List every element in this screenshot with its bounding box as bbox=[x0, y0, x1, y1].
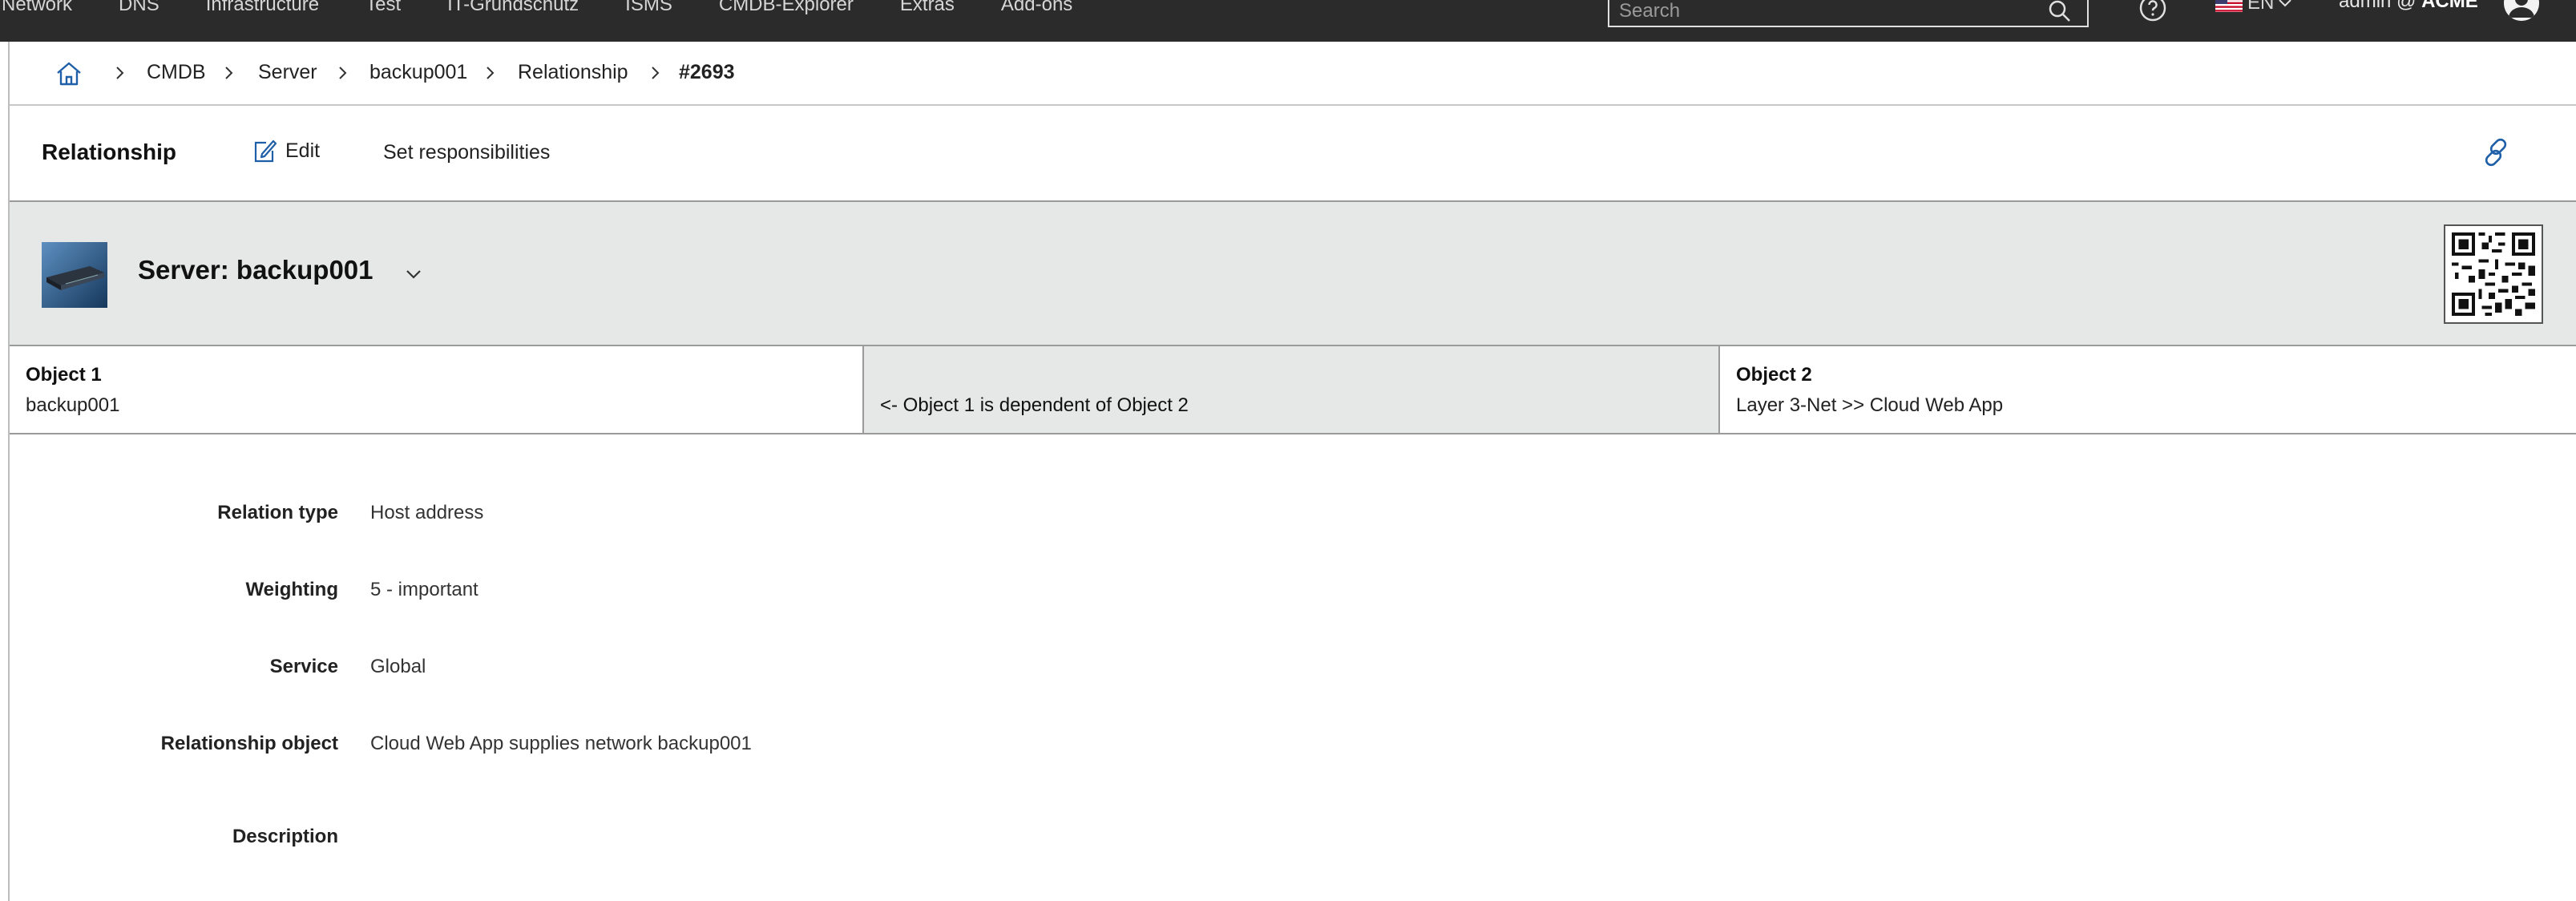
language-selector[interactable]: EN bbox=[2215, 0, 2293, 16]
object1-cell: Object 1 backup001 bbox=[10, 346, 864, 433]
nav-test[interactable]: Test bbox=[365, 0, 401, 16]
object2-cell: Object 2 Layer 3-Net >> Cloud Web App bbox=[1720, 346, 2576, 433]
relationship-object-value: Cloud Web App supplies network backup001 bbox=[370, 733, 752, 754]
service-label: Service bbox=[269, 656, 338, 677]
nav-extras[interactable]: Extras bbox=[900, 0, 955, 16]
edit-label: Edit bbox=[285, 139, 321, 162]
weighting-label: Weighting bbox=[245, 579, 338, 600]
search-icon[interactable] bbox=[2047, 0, 2073, 24]
user-menu[interactable]: admin @ ACME bbox=[2339, 0, 2478, 13]
home-icon[interactable] bbox=[55, 59, 83, 88]
nav-isms[interactable]: ISMS bbox=[625, 0, 672, 16]
edit-button[interactable]: Edit bbox=[250, 136, 320, 165]
nav-it-grundschutz[interactable]: IT-Grundschutz bbox=[447, 0, 579, 16]
chevron-right-icon bbox=[487, 67, 495, 79]
user-avatar-icon[interactable] bbox=[2504, 0, 2539, 21]
relation-type-label: Relation type bbox=[217, 502, 338, 523]
object1-value[interactable]: backup001 bbox=[26, 394, 119, 417]
relation-direction-cell: <- Object 1 is dependent of Object 2 bbox=[864, 346, 1720, 433]
breadcrumb-current: #2693 bbox=[679, 61, 735, 83]
main-menu: Network DNS Infrastructure Test IT-Grund… bbox=[0, 0, 1119, 21]
relationship-objects: Object 1 backup001 <- Object 1 is depend… bbox=[10, 346, 2576, 434]
nav-infrastructure[interactable]: Infrastructure bbox=[206, 0, 319, 16]
service-value: Global bbox=[370, 656, 426, 677]
relation-direction-text: <- Object 1 is dependent of Object 2 bbox=[880, 394, 1189, 416]
chevron-right-icon bbox=[116, 67, 124, 79]
nav-network[interactable]: Network bbox=[2, 0, 72, 16]
edit-icon bbox=[254, 139, 277, 163]
object1-label: Object 1 bbox=[26, 364, 102, 386]
tenant-name: ACME bbox=[2421, 0, 2478, 12]
object-header: Server: backup001 bbox=[10, 202, 2576, 346]
nav-add-ons[interactable]: Add-ons bbox=[1001, 0, 1072, 16]
nav-cmdb-explorer[interactable]: CMDB-Explorer bbox=[719, 0, 854, 16]
chevron-right-icon bbox=[339, 67, 347, 79]
object2-value[interactable]: Layer 3-Net >> Cloud Web App bbox=[1736, 394, 2003, 417]
language-label: EN bbox=[2247, 0, 2275, 14]
search-box bbox=[1608, 0, 2089, 27]
chevron-right-icon bbox=[652, 67, 660, 79]
object2-label: Object 2 bbox=[1736, 364, 1812, 386]
description-label: Description bbox=[232, 826, 338, 847]
weighting-value: 5 - important bbox=[370, 579, 478, 600]
relationship-object-label: Relationship object bbox=[160, 733, 338, 754]
chevron-right-icon bbox=[225, 67, 233, 79]
breadcrumb: CMDB Server backup001 Relationship #2693 bbox=[10, 42, 2576, 106]
help-icon[interactable] bbox=[2138, 0, 2167, 22]
top-navigation-bar: Network DNS Infrastructure Test IT-Grund… bbox=[0, 0, 2576, 42]
breadcrumb-server[interactable]: Server bbox=[258, 61, 317, 84]
search-input[interactable] bbox=[1617, 0, 2034, 26]
nav-dns[interactable]: DNS bbox=[119, 0, 159, 16]
breadcrumb-backup001[interactable]: backup001 bbox=[369, 61, 467, 84]
breadcrumb-cmdb[interactable]: CMDB bbox=[147, 61, 206, 84]
flag-us-icon bbox=[2215, 0, 2243, 12]
breadcrumb-relationship[interactable]: Relationship bbox=[518, 61, 628, 84]
relation-type-value: Host address bbox=[370, 502, 484, 523]
chevron-down-icon[interactable] bbox=[402, 263, 425, 285]
page-title: Relationship bbox=[42, 139, 177, 164]
user-name: admin @ bbox=[2339, 0, 2422, 12]
page-toolbar: Relationship Edit Set responsibilities bbox=[10, 106, 2576, 202]
qr-code[interactable] bbox=[2444, 224, 2543, 324]
server-thumbnail bbox=[42, 242, 107, 308]
link-icon[interactable] bbox=[2480, 136, 2512, 168]
set-responsibilities-button[interactable]: Set responsibilities bbox=[383, 141, 550, 164]
chevron-down-icon bbox=[2279, 0, 2292, 7]
object-title: Server: backup001 bbox=[138, 255, 373, 285]
